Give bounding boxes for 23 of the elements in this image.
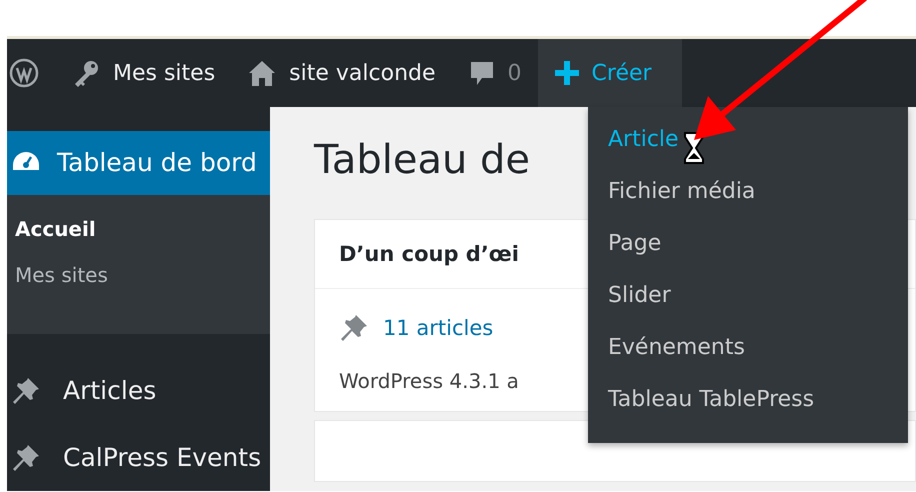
menu-item[interactable]: Page — [608, 231, 662, 261]
wordpress-logo-icon[interactable] — [9, 58, 39, 88]
articles-link[interactable]: 11 articles — [383, 316, 494, 340]
pushpin-icon — [339, 313, 369, 343]
menu-item[interactable]: Article — [608, 127, 679, 157]
house-icon — [247, 58, 278, 88]
menu-item[interactable]: Fichier média — [608, 179, 756, 209]
my-sites-link[interactable]: Mes sites — [55, 39, 232, 107]
menu-item[interactable]: Evénements — [608, 335, 745, 365]
page-heading: Tableau de — [314, 137, 530, 185]
create-menu[interactable]: Créer — [538, 39, 682, 107]
site-link[interactable]: site valconde — [231, 39, 452, 107]
version-text: WordPress 4.3.1 a — [339, 369, 520, 393]
sidebar-item[interactable]: Tableau de bord — [7, 130, 270, 196]
comments-link[interactable]: 0 — [452, 39, 538, 107]
sidebar-item[interactable]: Articles — [7, 358, 270, 424]
plus-icon — [554, 60, 580, 86]
submenu-item[interactable]: Mes sites — [15, 263, 270, 288]
pushpin-icon — [11, 376, 41, 406]
submenu-item[interactable]: Accueil — [15, 217, 270, 242]
sidebar-item[interactable]: CalPress Events — [7, 424, 270, 491]
pushpin-icon — [11, 442, 41, 473]
menu-item[interactable]: Tableau TablePress — [608, 387, 814, 417]
